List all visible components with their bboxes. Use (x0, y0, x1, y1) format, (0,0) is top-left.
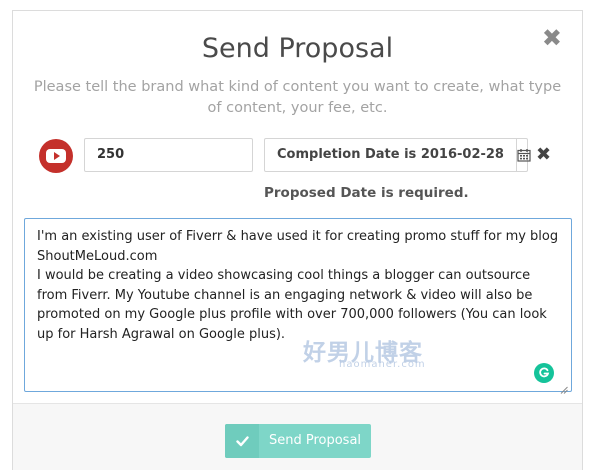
modal-title: Send Proposal (201, 33, 394, 64)
send-proposal-button[interactable]: Send Proposal (225, 424, 371, 458)
modal-subtitle: Please tell the brand what kind of conte… (33, 79, 562, 116)
fee-input[interactable]: 250 (84, 138, 253, 172)
watermark-url: haomaner.com (339, 359, 426, 370)
clear-date-icon[interactable]: ✖ (536, 144, 551, 164)
close-icon[interactable]: ✖ (542, 27, 562, 51)
proposal-message-textarea[interactable]: I'm an existing user of Fiverr & have us… (24, 218, 572, 392)
youtube-icon (39, 139, 73, 173)
modal-footer: Send Proposal (13, 403, 582, 470)
completion-date-value[interactable]: Completion Date is 2016-02-28 (265, 139, 516, 171)
calendar-icon[interactable] (515, 139, 531, 171)
check-icon (225, 424, 259, 458)
grammarly-icon[interactable] (534, 363, 554, 383)
date-error-message: Proposed Date is required. (264, 185, 469, 201)
resize-handle[interactable] (560, 381, 568, 394)
completion-date-field[interactable]: Completion Date is 2016-02-28 (264, 138, 531, 172)
send-proposal-modal: Send Proposal ✖ Please tell the brand wh… (12, 10, 583, 470)
send-proposal-label: Send Proposal (268, 433, 362, 448)
